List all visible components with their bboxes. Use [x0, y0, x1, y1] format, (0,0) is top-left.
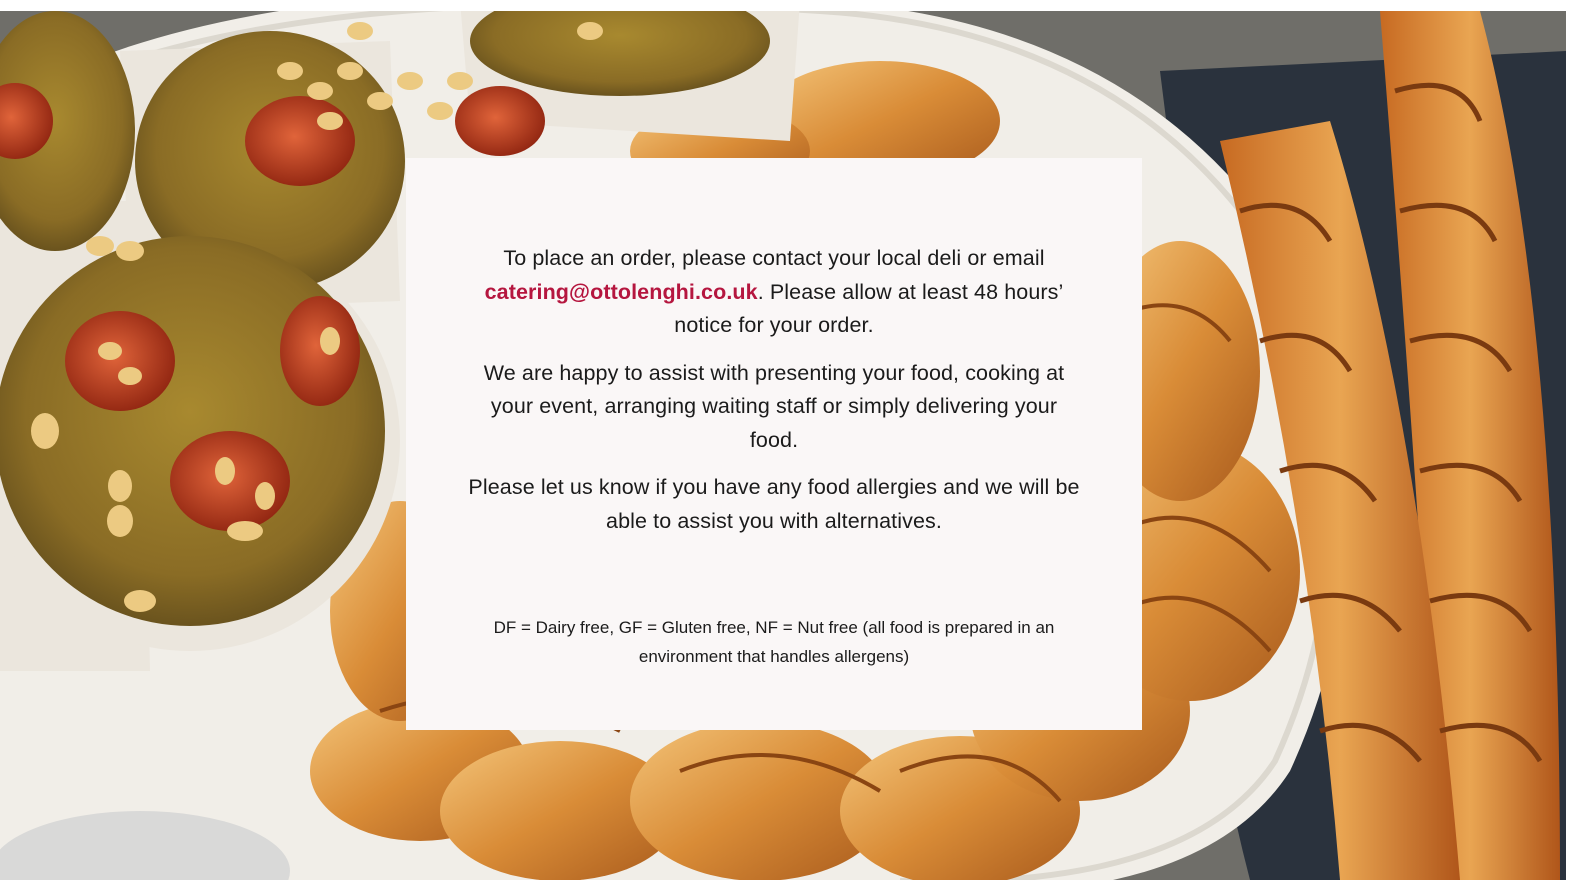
allergen-legend: DF = Dairy free, GF = Gluten free, NF = …: [493, 618, 1055, 666]
catering-info-page: To place an order, please contact your l…: [0, 0, 1588, 891]
allergies-paragraph: Please let us know if you have any food …: [468, 475, 1080, 533]
catering-email-link[interactable]: catering@ottolenghi.co.uk: [485, 280, 758, 304]
order-instructions: To place an order, please contact your l…: [466, 242, 1082, 343]
catering-info-card: To place an order, please contact your l…: [406, 158, 1142, 730]
services-paragraph: We are happy to assist with presenting y…: [483, 360, 1065, 452]
order-instructions-intro: To place an order, please contact your l…: [503, 246, 1045, 270]
